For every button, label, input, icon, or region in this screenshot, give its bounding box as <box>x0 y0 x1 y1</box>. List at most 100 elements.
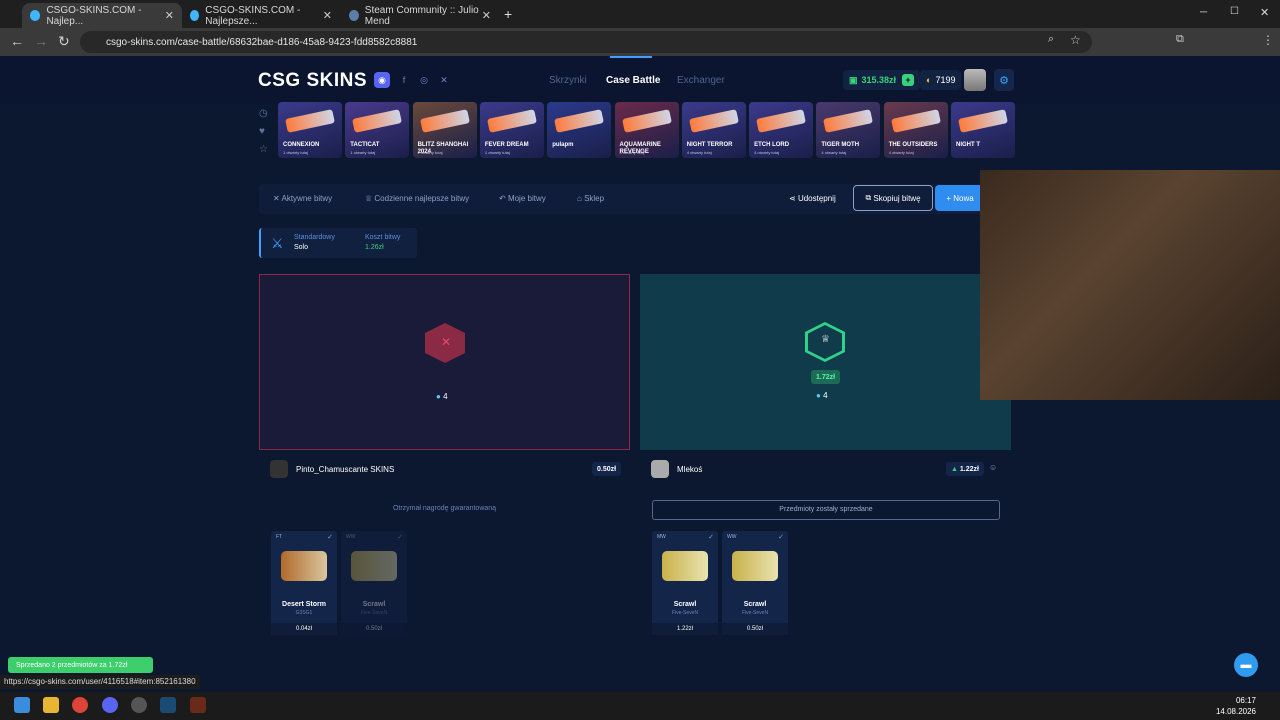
nav-exchanger[interactable]: Exchanger <box>677 75 725 86</box>
wallet-icon: ▣ <box>849 74 858 85</box>
guaranteed-note: Otrzymał nagrodę gwarantowaną <box>392 505 497 512</box>
like-icon[interactable]: ♥ <box>259 126 265 137</box>
bookmark-star-icon[interactable]: ☆ <box>1070 33 1081 47</box>
deposit-plus-icon[interactable]: + <box>902 74 915 86</box>
case-gun-image <box>823 109 874 133</box>
site-header: CSG SKINS ◉ f ◎ ✕ Skrzynki Case Battle E… <box>0 56 1280 104</box>
item-image <box>662 551 708 581</box>
case-count: ● 4 <box>816 391 828 400</box>
discord-icon[interactable]: ◉ <box>374 72 390 88</box>
item-card[interactable]: MW ✓ Scrawl Five-SeveN 1.22zł <box>652 531 718 635</box>
balance-badge[interactable]: ▣ 315.38zł + <box>843 70 921 90</box>
sold-note: Przedmioty zostały sprzedane <box>652 500 1000 520</box>
app-icon[interactable] <box>131 697 147 713</box>
tab-shop[interactable]: ⌂ Sklep <box>577 194 604 203</box>
case-gun-image <box>958 109 1008 133</box>
case-tile[interactable]: CONNEXION 1 otwarty tutaj <box>278 102 342 158</box>
sale-toast: Sprzedano 2 przedmiotów za 1.72zł <box>8 657 153 673</box>
file-explorer-icon[interactable] <box>43 697 59 713</box>
coins-badge[interactable]: ◐ 7199 <box>920 70 962 90</box>
site-logo[interactable]: CSG SKINS <box>258 70 367 92</box>
steam-favicon-icon <box>349 10 359 21</box>
case-tile[interactable]: ETCH LORD 4 otwarty tutaj <box>749 102 814 158</box>
item-card[interactable]: WW ✓ Scrawl Five-SeveN 0.50zł <box>341 531 407 635</box>
minimize-icon[interactable]: ─ <box>1200 7 1207 18</box>
player-name[interactable]: Pinto_Chamuscante SKINS <box>296 465 394 474</box>
browser-tabstrip: CSGO-SKINS.COM - Najlep... ✕ CSGO-SKINS.C… <box>0 0 1280 28</box>
case-icon: ● <box>436 392 441 401</box>
x-twitter-icon[interactable]: ✕ <box>436 72 452 88</box>
avatar[interactable] <box>270 460 288 478</box>
sell-check-icon[interactable]: ✓ <box>397 533 403 541</box>
case-tile[interactable]: FEVER DREAM 1 otwarty tutaj <box>479 102 544 158</box>
new-tab-button[interactable]: + <box>504 6 512 22</box>
discord-icon[interactable] <box>102 697 118 713</box>
case-gun-image <box>554 109 605 133</box>
sell-check-icon[interactable]: ✓ <box>327 533 333 541</box>
browser-tab[interactable]: Steam Community :: Julio Mend ✕ <box>341 3 499 28</box>
close-tab-icon[interactable]: ✕ <box>482 9 491 22</box>
close-tab-icon[interactable]: ✕ <box>165 9 174 22</box>
case-tile[interactable]: pulapm <box>547 102 612 158</box>
windows-start-icon[interactable] <box>14 697 30 713</box>
copy-battle-button[interactable]: ⧉ Skopiuj bitwę <box>853 185 933 211</box>
system-clock[interactable]: 06:17 14.08.2026 <box>1216 695 1256 717</box>
item-image <box>351 551 397 581</box>
case-tile[interactable]: AQUAMARINE REVENGE 4 otwarty tutaj <box>614 102 679 158</box>
nav-skrzynki[interactable]: Skrzynki <box>549 75 587 86</box>
close-window-icon[interactable]: ✕ <box>1260 6 1269 19</box>
nav-case-battle[interactable]: Case Battle <box>606 75 660 86</box>
battle-info: ⚔ Standardowy Solo Koszt bitwy 1.26zł <box>259 228 417 258</box>
tab-my-battles[interactable]: ↶ Moje bitwy <box>499 194 546 203</box>
case-gun-image <box>890 109 941 133</box>
smile-icon[interactable]: ☺ <box>989 463 997 472</box>
favorite-star-icon[interactable]: ☆ <box>259 144 268 155</box>
player-total: 0.50zł <box>592 462 622 476</box>
favicon-icon <box>30 10 41 21</box>
close-tab-icon[interactable]: ✕ <box>323 9 332 22</box>
swords-icon: ⚔ <box>271 235 284 251</box>
address-bar-row: ← → ↻ csgo-skins.com/case-battle/68632ba… <box>0 28 1280 56</box>
case-gun-image <box>756 109 807 133</box>
case-tile[interactable]: THE OUTSIDERS 4 otwarty tutaj <box>883 102 948 158</box>
new-battle-button[interactable]: + Nowa <box>935 185 985 211</box>
maximize-icon[interactable]: ☐ <box>1230 6 1239 17</box>
case-tile[interactable]: BLITZ SHANGHAI 2024 1 otwarty tutaj <box>412 102 477 158</box>
sell-check-icon[interactable]: ✓ <box>708 533 714 541</box>
case-gun-image <box>621 109 672 133</box>
user-avatar[interactable] <box>964 69 986 91</box>
case-count: ● 4 <box>436 392 448 401</box>
case-gun-image <box>419 109 470 133</box>
share-button[interactable]: ⋖ Udostępnij <box>789 194 836 203</box>
case-tile[interactable]: NIGHT TERROR 4 otwarty tutaj <box>681 102 746 158</box>
url-input[interactable]: csgo-skins.com/case-battle/68632bae-d186… <box>80 31 1092 53</box>
reload-icon[interactable]: ↻ <box>58 33 70 50</box>
item-card[interactable]: WW ✓ Scrawl Five-SeveN 0.50zł <box>722 531 788 635</box>
case-tile[interactable]: TIGER MOTH 4 otwarty tutaj <box>816 102 881 158</box>
tab-daily-best[interactable]: ♕ Codzienne najlepsze bitwy <box>365 194 469 203</box>
case-gun-image <box>285 109 335 133</box>
item-image <box>732 551 778 581</box>
instagram-icon[interactable]: ◎ <box>416 72 432 88</box>
avatar[interactable] <box>651 460 669 478</box>
player-name[interactable]: Mlekoś <box>677 465 702 474</box>
browser-tab[interactable]: CSGO-SKINS.COM - Najlep... ✕ <box>22 3 182 28</box>
back-icon[interactable]: ← <box>10 33 24 49</box>
extensions-icon[interactable]: ⧉ <box>1176 33 1184 46</box>
zoom-icon[interactable]: ⌕ <box>1048 33 1054 46</box>
case-tile[interactable]: NIGHT T <box>951 102 1015 158</box>
facebook-icon[interactable]: f <box>396 72 412 88</box>
forward-icon[interactable]: → <box>34 33 48 49</box>
history-icon[interactable]: ◷ <box>259 108 268 119</box>
settings-gear-icon[interactable]: ⚙ <box>994 69 1014 91</box>
sell-check-icon[interactable]: ✓ <box>778 533 784 541</box>
menu-icon[interactable]: ⋮ <box>1262 33 1274 47</box>
tab-active-battles[interactable]: ✕ Aktywne bitwy <box>273 194 332 203</box>
chat-bubble-icon[interactable]: ▬ <box>1234 653 1258 677</box>
item-card[interactable]: FT ✓ Desert Storm G3SG1 0.04zł <box>271 531 337 635</box>
game-icon[interactable] <box>190 697 206 713</box>
chrome-icon[interactable] <box>72 697 88 713</box>
steam-icon[interactable] <box>160 697 176 713</box>
case-tile[interactable]: TACTICAT 1 otwarty tutaj <box>345 102 410 158</box>
browser-tab[interactable]: CSGO-SKINS.COM - Najlepsze... ✕ <box>182 3 340 28</box>
